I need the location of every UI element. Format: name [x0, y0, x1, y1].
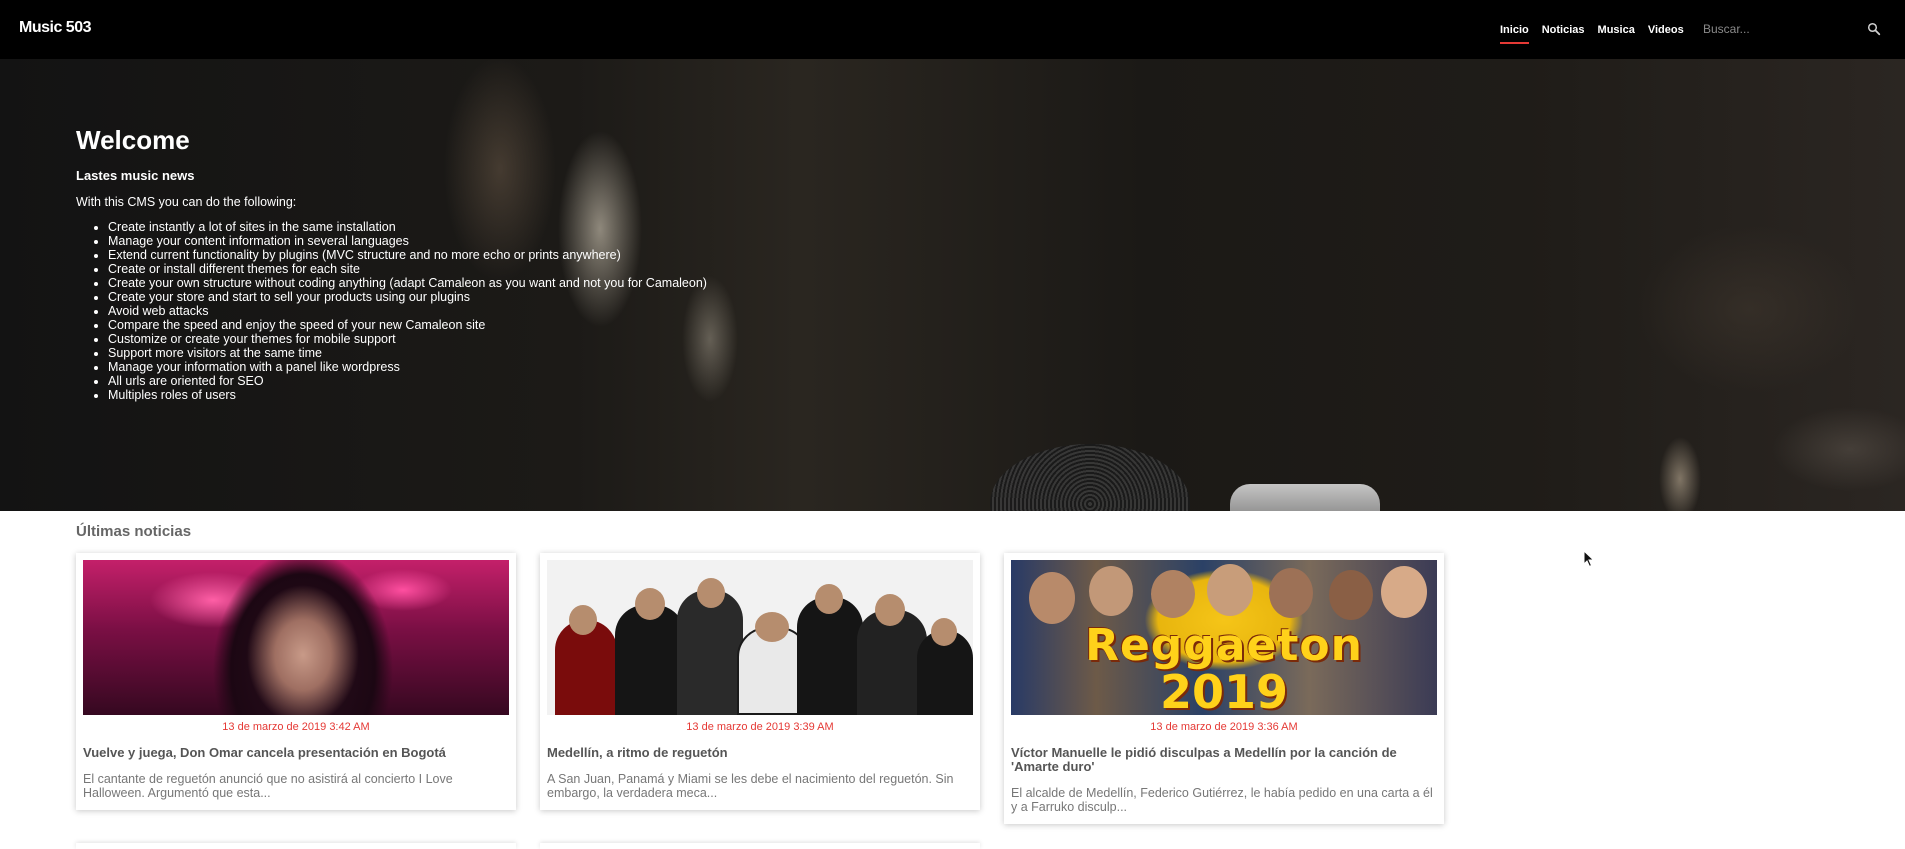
person-head [755, 612, 789, 642]
microphone-clip-image [1230, 484, 1380, 511]
search-input[interactable] [1703, 16, 1853, 42]
feature-item: Create or install different themes for e… [108, 262, 707, 276]
artist-face [1089, 566, 1133, 616]
feature-item: Support more visitors at the same time [108, 346, 707, 360]
news-card-date: 13 de marzo de 2019 3:42 AM [222, 721, 370, 733]
feature-item: Avoid web attacks [108, 304, 707, 318]
news-card[interactable]: 13 de marzo de 2019 3:39 AM Medellín, a … [540, 553, 980, 810]
next-row-card[interactable] [76, 843, 516, 849]
feature-item: Manage your information with a panel lik… [108, 360, 707, 374]
news-card-image[interactable] [83, 560, 509, 715]
news-card-image[interactable] [547, 560, 973, 715]
person-head [931, 618, 957, 646]
nav-link-musica[interactable]: Musica [1598, 0, 1635, 59]
person-head [635, 588, 665, 620]
news-card[interactable]: 13 de marzo de 2019 3:42 AM Vuelve y jue… [76, 553, 516, 810]
feature-item: Create your own structure without coding… [108, 276, 707, 290]
feature-item: Create your store and start to sell your… [108, 290, 707, 304]
artist-face [1029, 572, 1075, 624]
main-nav: Inicio Noticias Musica Videos [1500, 0, 1697, 59]
next-row-card[interactable] [540, 843, 980, 849]
person-head [875, 594, 905, 626]
news-card-excerpt: A San Juan, Panamá y Miami se les debe e… [547, 772, 954, 800]
feature-item: Compare the speed and enjoy the speed of… [108, 318, 707, 332]
artist-face [1269, 568, 1313, 618]
mouse-cursor-icon [1583, 550, 1595, 568]
hero-content: Welcome Lastes music news With this CMS … [76, 125, 707, 402]
reggaeton-year-art: 2019 [1159, 665, 1289, 715]
search-box [1703, 16, 1883, 42]
feature-item: Multiples roles of users [108, 388, 707, 402]
news-card-date: 13 de marzo de 2019 3:39 AM [686, 721, 834, 733]
artist-face [1151, 570, 1195, 618]
artist-face [1329, 570, 1373, 620]
feature-item: Create instantly a lot of sites in the s… [108, 220, 707, 234]
person-head [569, 605, 597, 635]
news-card[interactable]: Reggaeton 2019 13 de marzo de 2019 3:36 … [1004, 553, 1444, 824]
microphone-image [990, 444, 1190, 511]
reggaeton-title-art: Reggaeton [1085, 620, 1363, 671]
person-figure [615, 605, 685, 715]
feature-item: All urls are oriented for SEO [108, 374, 707, 388]
site-brand[interactable]: Music 503 [19, 19, 91, 37]
feature-item: Extend current functionality by plugins … [108, 248, 707, 262]
person-head [697, 578, 725, 608]
artist-face [1207, 564, 1253, 616]
news-card-excerpt: El alcalde de Medellín, Federico Gutiérr… [1011, 786, 1433, 814]
nav-link-videos[interactable]: Videos [1648, 0, 1684, 59]
news-card-title[interactable]: Medellín, a ritmo de reguetón [547, 746, 973, 760]
nav-link-noticias[interactable]: Noticias [1542, 0, 1585, 59]
news-section-heading: Últimas noticias [76, 523, 192, 540]
news-card-date: 13 de marzo de 2019 3:36 AM [1150, 721, 1298, 733]
news-card-title[interactable]: Víctor Manuelle le pidió disculpas a Med… [1011, 746, 1437, 774]
news-card-excerpt: El cantante de reguetón anunció que no a… [83, 772, 453, 800]
hero-intro: With this CMS you can do the following: [76, 195, 297, 209]
hero-subtitle: Lastes music news [76, 168, 195, 183]
search-icon[interactable] [1867, 22, 1881, 36]
person-figure [797, 597, 863, 715]
person-figure [677, 590, 743, 715]
hero-title: Welcome [76, 125, 190, 155]
news-card-image[interactable]: Reggaeton 2019 [1011, 560, 1437, 715]
person-head [815, 584, 843, 614]
feature-item: Manage your content information in sever… [108, 234, 707, 248]
artist-face [1381, 566, 1427, 618]
feature-item: Customize or create your themes for mobi… [108, 332, 707, 346]
news-card-title[interactable]: Vuelve y juega, Don Omar cancela present… [83, 746, 509, 760]
hero-banner: Welcome Lastes music news With this CMS … [0, 59, 1905, 511]
feature-list: Create instantly a lot of sites in the s… [76, 220, 707, 402]
top-navbar: Music 503 Inicio Noticias Musica Videos [0, 0, 1905, 59]
nav-link-inicio[interactable]: Inicio [1500, 0, 1529, 59]
